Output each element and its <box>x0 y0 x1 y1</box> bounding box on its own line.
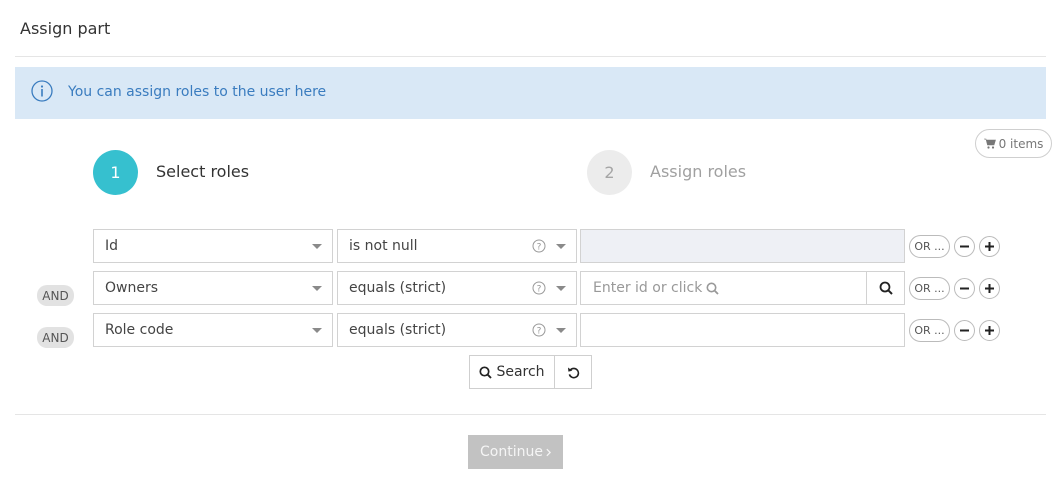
minus-icon <box>960 329 969 332</box>
info-circle-icon <box>31 80 53 102</box>
info-message: You can assign roles to the user here <box>68 84 327 100</box>
plus-icon <box>985 242 994 251</box>
continue-button-label: Continue <box>480 444 543 460</box>
value-input-2[interactable]: Enter id or click <box>580 271 905 305</box>
and-connector-badge: AND <box>37 285 74 306</box>
add-condition-button-2[interactable] <box>979 278 1000 299</box>
add-condition-button-3[interactable] <box>979 320 1000 341</box>
value-input-1[interactable] <box>580 229 905 263</box>
value-placeholder: Enter id or click <box>593 280 719 296</box>
chevron-down-icon <box>556 328 566 333</box>
cart-button[interactable]: 0 items <box>975 129 1052 158</box>
minus-icon <box>960 287 969 290</box>
help-icon[interactable]: ? <box>532 323 546 337</box>
operator-select-value: equals (strict) <box>349 322 447 338</box>
value-input-3[interactable] <box>580 313 905 347</box>
reset-button[interactable] <box>555 356 591 388</box>
field-select-value: Role code <box>105 322 174 338</box>
chevron-down-icon <box>556 286 566 291</box>
search-icon <box>706 282 719 295</box>
chevron-down-icon <box>312 328 322 333</box>
svg-text:?: ? <box>537 285 542 295</box>
field-select-3[interactable]: Role code <box>93 313 333 347</box>
remove-condition-button-1[interactable] <box>954 236 975 257</box>
remove-condition-button-2[interactable] <box>954 278 975 299</box>
footer-divider <box>15 414 1046 415</box>
field-select-value: Owners <box>105 280 159 296</box>
plus-icon <box>985 326 994 335</box>
chevron-down-icon <box>312 244 322 249</box>
info-banner: You can assign roles to the user here <box>15 67 1046 119</box>
svg-text:?: ? <box>537 243 542 253</box>
plus-icon <box>985 284 994 293</box>
search-button-group: Search <box>469 355 592 389</box>
operator-select-2[interactable]: equals (strict) ? <box>337 271 577 305</box>
minus-icon <box>960 245 969 248</box>
chevron-down-icon <box>312 286 322 291</box>
operator-select-1[interactable]: is not null ? <box>337 229 577 263</box>
search-button[interactable]: Search <box>470 356 555 388</box>
operator-select-3[interactable]: equals (strict) ? <box>337 313 577 347</box>
add-condition-button-1[interactable] <box>979 236 1000 257</box>
svg-text:?: ? <box>537 327 542 337</box>
help-icon[interactable]: ? <box>532 239 546 253</box>
page-title: Assign part <box>20 19 111 38</box>
continue-button[interactable]: Continue <box>468 435 563 469</box>
chevron-down-icon <box>556 244 566 249</box>
or-button-2[interactable]: OR ... <box>909 277 950 300</box>
or-button-1[interactable]: OR ... <box>909 235 950 258</box>
lookup-button[interactable] <box>866 272 904 304</box>
step-1-label: Select roles <box>156 162 250 181</box>
remove-condition-button-3[interactable] <box>954 320 975 341</box>
step-2-circle: 2 <box>587 150 632 195</box>
undo-icon <box>567 367 579 378</box>
field-select-2[interactable]: Owners <box>93 271 333 305</box>
step-1-circle: 1 <box>93 150 138 195</box>
operator-select-value: is not null <box>349 238 418 254</box>
help-icon[interactable]: ? <box>532 281 546 295</box>
placeholder-text: Enter id or click <box>593 280 703 296</box>
step-2-label: Assign roles <box>650 162 747 181</box>
title-divider <box>15 56 1046 57</box>
search-icon <box>479 365 493 379</box>
shopping-cart-icon <box>983 138 996 149</box>
or-button-3[interactable]: OR ... <box>909 319 950 342</box>
and-connector-badge: AND <box>37 327 74 348</box>
cart-count: 0 items <box>998 136 1044 151</box>
chevron-right-icon <box>546 448 551 456</box>
operator-select-value: equals (strict) <box>349 280 447 296</box>
search-button-label: Search <box>496 364 545 380</box>
field-select-value: Id <box>105 238 119 254</box>
search-icon <box>879 281 893 295</box>
field-select-1[interactable]: Id <box>93 229 333 263</box>
